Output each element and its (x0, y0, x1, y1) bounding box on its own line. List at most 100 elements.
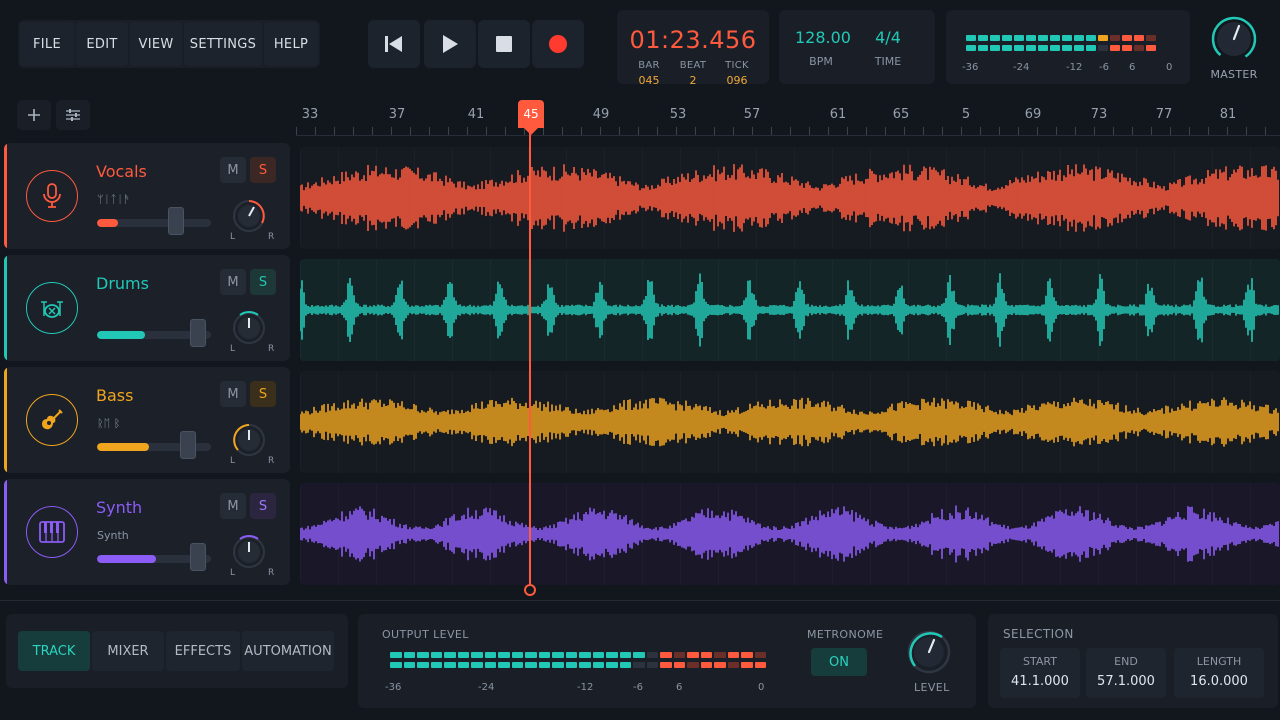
tab-track[interactable]: TRACK (18, 631, 90, 671)
meter-segment (1122, 45, 1132, 51)
meter-segment (978, 35, 988, 41)
track-lane-vocals[interactable] (300, 147, 1280, 249)
solo-button[interactable]: S (250, 157, 276, 183)
meter-scale-4: -6 (1099, 62, 1109, 73)
play-button[interactable] (424, 20, 476, 68)
track-lane-drums[interactable] (300, 259, 1280, 361)
menu-help[interactable]: HELP (264, 22, 318, 66)
mute-button[interactable]: M (220, 269, 246, 295)
volume-fader-handle[interactable] (190, 543, 206, 571)
meter-segment (660, 662, 672, 668)
menu-file[interactable]: FILE (20, 22, 74, 66)
level-label: LEVEL (914, 681, 950, 694)
tab-effects[interactable]: EFFECTS (166, 631, 240, 671)
meter-segment (579, 662, 591, 668)
meter-segment (1086, 35, 1096, 41)
start-label: START (1023, 655, 1057, 668)
plus-icon (28, 109, 40, 121)
output-scale-4: -6 (633, 682, 643, 693)
meter-segment (444, 652, 456, 658)
meter-segment (1134, 45, 1144, 51)
ruler-bar-label: 69 (1024, 107, 1042, 122)
meter-segment (1038, 45, 1048, 51)
meter-segment (633, 652, 645, 658)
volume-fader-handle[interactable] (190, 319, 206, 347)
track-header-vocals[interactable]: Vocals ᛘᛁᛏᛁᚫ M S L R (4, 143, 290, 249)
pan-knob[interactable] (232, 535, 266, 569)
waveform-path (300, 164, 1279, 232)
skip-back-icon (385, 36, 402, 52)
meter-segment (990, 45, 1000, 51)
meter-segment (498, 652, 510, 658)
tab-mixer[interactable]: MIXER (92, 631, 164, 671)
selection-start[interactable]: START 41.1.000 (1000, 648, 1080, 698)
meter-segment (538, 652, 550, 658)
timeline-ruler[interactable]: 33 37 41 49 53 57 61 65 5 69 73 77 81 (296, 96, 1280, 136)
level-knob[interactable] (906, 629, 952, 675)
ruler-bar-label: 37 (388, 107, 406, 122)
output-scale-1: -36 (385, 682, 402, 693)
sliders-icon (66, 109, 80, 121)
metronome-toggle[interactable]: ON (811, 648, 867, 676)
bpm-value[interactable]: 128.00 (795, 28, 851, 47)
add-track-button[interactable] (17, 100, 51, 130)
meter-scale-6: 0 (1166, 62, 1173, 73)
meter-segment (592, 662, 604, 668)
waveform-path (300, 505, 1279, 563)
track-name[interactable]: Vocals (96, 162, 147, 181)
meter-segment (633, 662, 645, 668)
track-name[interactable]: Synth (96, 498, 142, 517)
meter-segment (606, 662, 618, 668)
volume-fader-handle[interactable] (168, 207, 184, 235)
solo-button[interactable]: S (250, 493, 276, 519)
mute-button[interactable]: M (220, 381, 246, 407)
solo-button[interactable]: S (250, 381, 276, 407)
meter-scale-5: 6 (1129, 62, 1136, 73)
meter-segment (1026, 45, 1036, 51)
playhead-end-handle[interactable] (524, 584, 536, 596)
record-button[interactable] (532, 20, 584, 68)
meter-segment (525, 652, 537, 658)
track-header-synth[interactable]: Synth Synth M S L R (4, 479, 290, 585)
meter-segment (1110, 45, 1120, 51)
solo-button[interactable]: S (250, 269, 276, 295)
pan-knob[interactable] (232, 199, 266, 233)
track-lane-synth[interactable] (300, 483, 1280, 585)
mute-button[interactable]: M (220, 157, 246, 183)
time-signature[interactable]: 4/4 (869, 28, 907, 47)
volume-fader-handle[interactable] (180, 431, 196, 459)
meter-segment (990, 35, 1000, 41)
track-lane-bass[interactable] (300, 371, 1280, 473)
menu-view[interactable]: VIEW (130, 22, 182, 66)
selection-end[interactable]: END 57.1.000 (1086, 648, 1166, 698)
track-name[interactable]: Drums (96, 274, 149, 293)
volume-fader[interactable] (97, 219, 211, 227)
pan-knob[interactable] (232, 311, 266, 345)
grid-settings-button[interactable] (56, 100, 90, 130)
skip-back-button[interactable] (368, 20, 420, 68)
length-label: LENGTH (1196, 655, 1242, 668)
tab-automation[interactable]: AUTOMATION (242, 631, 334, 671)
meter-segment (673, 662, 685, 668)
meter-segment (700, 652, 712, 658)
bottom-tab-bar: TRACK MIXER EFFECTS AUTOMATION (6, 614, 348, 688)
mute-button[interactable]: M (220, 493, 246, 519)
master-volume-knob[interactable] (1210, 15, 1258, 63)
ruler-bar-label: 61 (829, 107, 847, 122)
meter-segment (1002, 35, 1012, 41)
volume-level (97, 331, 145, 339)
meter-segment (1062, 35, 1072, 41)
selection-length[interactable]: LENGTH 16.0.000 (1174, 648, 1264, 698)
pan-knob[interactable] (232, 423, 266, 457)
track-header-drums[interactable]: Drums M S L R (4, 255, 290, 361)
playhead-marker[interactable]: 45 (518, 100, 544, 135)
meter-segment (741, 662, 753, 668)
menu-edit[interactable]: EDIT (76, 22, 128, 66)
track-header-bass[interactable]: Bass ᚱᛖ ᛒ M S L R (4, 367, 290, 473)
meter-segment (390, 662, 402, 668)
menu-bar: FILE EDIT VIEW SETTINGS HELP (18, 20, 320, 68)
selection-panel: SELECTION START 41.1.000 END 57.1.000 LE… (988, 614, 1278, 708)
menu-settings[interactable]: SETTINGS (184, 22, 262, 66)
stop-button[interactable] (478, 20, 530, 68)
track-name[interactable]: Bass (96, 386, 133, 405)
